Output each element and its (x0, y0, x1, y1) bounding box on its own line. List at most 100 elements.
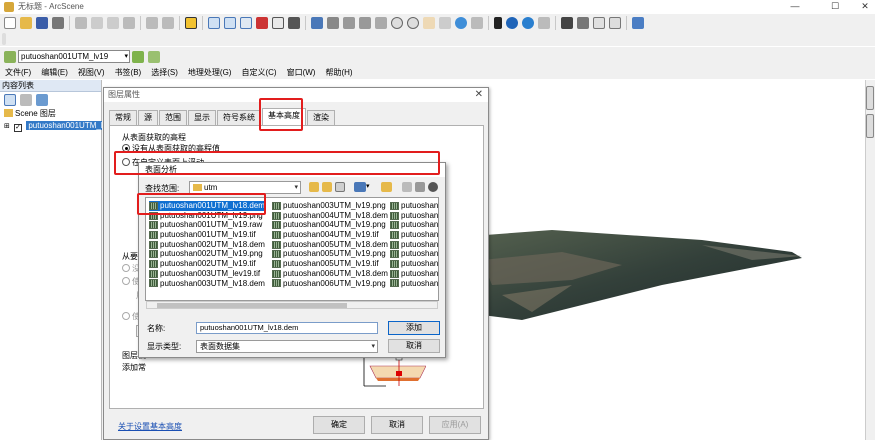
tab-extent[interactable]: 范围 (159, 110, 187, 125)
file-item[interactable]: putuoshan0 (390, 201, 438, 211)
file-item[interactable]: putuoshan0 (390, 211, 438, 221)
about-base-heights-link[interactable]: 关于设置基本高度 (118, 421, 182, 432)
up-folder-icon[interactable] (309, 182, 319, 192)
tab-source[interactable]: 源 (138, 110, 158, 125)
zoom-out-icon[interactable] (407, 17, 419, 29)
layer-settings-icon[interactable] (4, 50, 16, 63)
file-item[interactable]: putuoshan004UTM_lv19.tif (272, 230, 388, 240)
tab-symbology[interactable]: 符号系统 (217, 110, 261, 125)
globe-icon[interactable] (522, 17, 534, 29)
narrow-fov-icon[interactable] (439, 17, 451, 29)
horizontal-scrollbar[interactable] (146, 301, 438, 309)
zoom-target-icon[interactable] (375, 17, 387, 29)
radio-button[interactable] (122, 264, 130, 272)
full-extent-icon[interactable] (455, 17, 467, 29)
center-icon[interactable] (359, 17, 371, 29)
menu-view[interactable]: 视图(V) (73, 66, 110, 79)
new-doc-icon[interactable] (4, 17, 16, 29)
file-item[interactable]: putuoshan0 (390, 230, 438, 240)
print-icon[interactable] (52, 17, 64, 29)
select-arrow-icon[interactable] (494, 17, 502, 29)
layer-combo[interactable]: putuoshan001UTM_lv19 ▾ (18, 50, 130, 63)
close-icon[interactable]: ✕ (475, 89, 483, 100)
name-input[interactable]: putuoshan001UTM_lv18.dem (196, 322, 378, 334)
radio-button[interactable] (122, 277, 130, 285)
catalog-icon[interactable] (632, 17, 644, 29)
chevron-down-icon[interactable]: ▾ (366, 182, 370, 190)
info-icon[interactable] (506, 17, 518, 29)
file-item[interactable]: putuoshan0 (390, 249, 438, 259)
layer-visibility-checkbox[interactable]: ✓ (14, 124, 23, 132)
tab-display[interactable]: 显示 (188, 110, 216, 125)
file-item[interactable]: putuoshan0 (390, 269, 438, 279)
save-icon[interactable] (36, 17, 48, 29)
catalog-tab-icon[interactable] (866, 86, 874, 110)
paste-icon[interactable] (107, 17, 119, 29)
scene-properties-icon[interactable] (208, 17, 220, 29)
cut-icon[interactable] (75, 17, 87, 29)
file-item[interactable]: putuoshan003UTM_lv18.dem (149, 279, 265, 289)
apply-button[interactable]: 应用(A) (429, 416, 481, 434)
copy-icon[interactable] (91, 17, 103, 29)
ok-button[interactable]: 确定 (313, 416, 365, 434)
file-item[interactable]: putuoshan006UTM_lv18.dem (272, 269, 388, 279)
list-by-source-icon[interactable] (20, 94, 32, 106)
file-item[interactable]: putuoshan005UTM_lv19.tif (272, 259, 388, 269)
file-item[interactable]: putuoshan002UTM_lv18.dem (149, 240, 265, 250)
radio-button[interactable] (122, 312, 130, 320)
menu-selection[interactable]: 选择(S) (146, 66, 183, 79)
file-item[interactable]: putuoshan002UTM_lv19.tif (149, 259, 265, 269)
menu-windows[interactable]: 窗口(W) (282, 66, 321, 79)
close-button[interactable]: ✕ (855, 0, 875, 14)
file-item[interactable]: putuoshan006UTM_lv19.png (272, 279, 388, 289)
file-item[interactable]: putuoshan0 (390, 240, 438, 250)
maximize-button[interactable]: ☐ (825, 0, 845, 14)
binoculars-icon[interactable] (561, 17, 573, 29)
animation-icon[interactable] (256, 17, 268, 29)
type-combo[interactable]: 表面数据集 ▾ (196, 340, 378, 353)
file-item[interactable]: putuoshan004UTM_lv18.dem (272, 211, 388, 221)
layer-icon[interactable] (272, 17, 284, 29)
file-item[interactable]: putuoshan0 (390, 220, 438, 230)
file-item[interactable]: putuoshan003UTM_lv19.png (272, 201, 388, 211)
menu-help[interactable]: 帮助(H) (320, 66, 357, 79)
file-item[interactable]: putuoshan0 (390, 279, 438, 289)
overview-icon[interactable] (471, 17, 483, 29)
file-item[interactable]: putuoshan001UTM_lv19.raw (149, 220, 265, 230)
file-item[interactable]: putuoshan003UTM_lev19.tif (149, 269, 265, 279)
fly-icon[interactable] (327, 17, 339, 29)
graph-icon[interactable] (609, 17, 621, 29)
toc-layer-row[interactable]: ⊞ ✓ putuoshan001UTM_lv19 (0, 120, 118, 132)
file-item[interactable]: putuoshan005UTM_lv18.dem (272, 240, 388, 250)
list-by-visibility-icon[interactable] (36, 94, 48, 106)
viewer-icon[interactable] (240, 17, 252, 29)
window-icon[interactable] (224, 17, 236, 29)
target-icon[interactable] (343, 17, 355, 29)
expand-icon[interactable]: ⊞ (4, 123, 10, 130)
menu-file[interactable]: 文件(F) (0, 66, 36, 79)
add-button[interactable]: 添加 (388, 321, 440, 335)
identify-icon[interactable] (288, 17, 300, 29)
copy-icon[interactable] (415, 182, 425, 192)
swipe-layer-icon[interactable] (148, 50, 160, 63)
scrollbar-thumb[interactable] (157, 303, 347, 308)
home-icon[interactable] (322, 182, 332, 192)
add-data-icon[interactable] (185, 17, 197, 29)
file-item[interactable]: putuoshan004UTM_lv19.png (272, 220, 388, 230)
view-list-icon[interactable] (354, 182, 366, 192)
tab-rendering[interactable]: 渲染 (307, 110, 335, 125)
folder-icon[interactable] (402, 182, 412, 192)
redo-icon[interactable] (162, 17, 174, 29)
delete-icon[interactable] (123, 17, 135, 29)
navigate-icon[interactable] (311, 17, 323, 29)
file-item[interactable]: putuoshan0 (390, 259, 438, 269)
new-folder-icon[interactable] (381, 182, 392, 192)
table-icon[interactable] (593, 17, 605, 29)
file-cancel-button[interactable]: 取消 (388, 339, 440, 353)
menu-customize[interactable]: 自定义(C) (236, 66, 281, 79)
interactive-layer-icon[interactable] (132, 50, 144, 63)
file-item[interactable]: putuoshan002UTM_lv19.png (149, 249, 265, 259)
tab-general[interactable]: 常规 (109, 110, 137, 125)
cancel-button[interactable]: 取消 (371, 416, 423, 434)
file-item[interactable]: putuoshan005UTM_lv19.png (272, 249, 388, 259)
